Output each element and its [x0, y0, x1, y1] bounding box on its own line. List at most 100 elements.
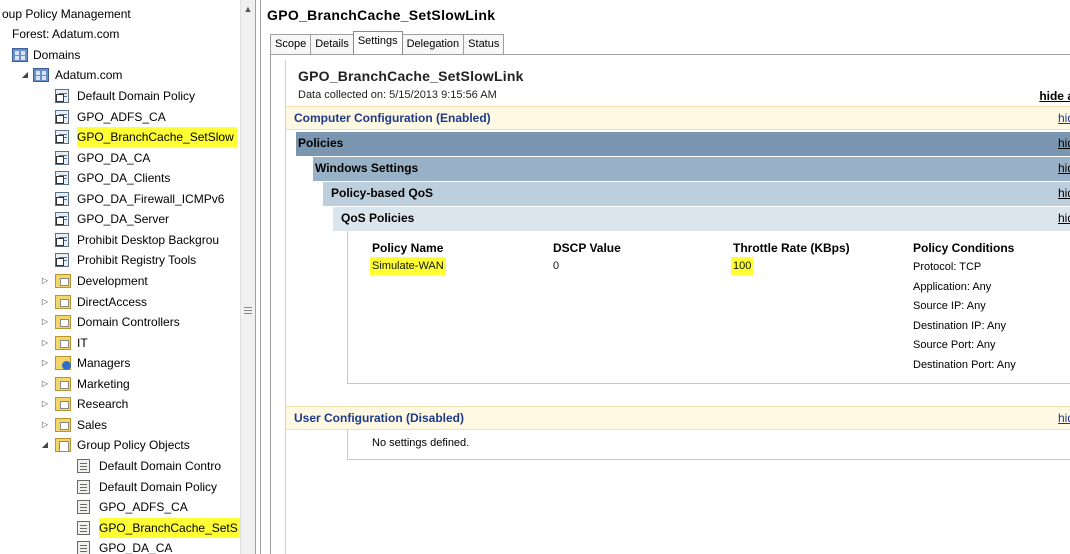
- tree-ou-label: Research: [77, 397, 129, 411]
- qos-policies-label: QoS Policies: [341, 211, 415, 225]
- gpo-icon: [77, 479, 90, 494]
- tree-linked-gpo-label: GPO_DA_Firewall_ICMPv6: [77, 191, 225, 206]
- condition-line: Source Port: Any: [913, 339, 996, 351]
- expand-arrow-icon[interactable]: ▷: [40, 394, 50, 414]
- tree-ou-label: IT: [77, 335, 88, 350]
- policies-label: Policies: [298, 136, 344, 150]
- qos-policies-header[interactable]: QoS Policies hid: [333, 207, 1070, 231]
- gpo-link-icon: [55, 150, 69, 165]
- details-pane: GPO_BranchCache_SetSlowLink Scope Details…: [261, 0, 1070, 554]
- gpo-icon: [77, 541, 90, 554]
- cell-conditions: Protocol: TCP Application: Any Source IP: …: [913, 258, 1016, 375]
- gpo-link-icon: [55, 212, 69, 226]
- cell-throttle: 100: [731, 257, 754, 275]
- col-header-dscp: DSCP Value: [553, 241, 621, 255]
- user-config-label: User Configuration (Disabled): [294, 411, 465, 425]
- tree-linked-gpo-label: GPO_DA_Server: [77, 212, 170, 226]
- hide-link[interactable]: hid: [1058, 157, 1070, 180]
- tab-details[interactable]: Details: [310, 34, 354, 54]
- condition-line: Destination Port: Any: [913, 358, 1016, 371]
- tree-domain-label: Adatum.com: [55, 68, 123, 82]
- tree-gpo-object-label: GPO_DA_CA: [99, 541, 173, 554]
- tree-domains-label: Domains: [33, 48, 81, 62]
- tree-gpo-object-label: GPO_ADFS_CA: [99, 500, 188, 514]
- collapse-arrow-icon[interactable]: ◢: [20, 65, 30, 85]
- domains-icon: [12, 48, 28, 62]
- computer-config-header[interactable]: Computer Configuration (Enabled) hid: [286, 106, 1070, 130]
- console-tree: oup Policy Management Forest: Adatum.com…: [0, 0, 255, 554]
- managers-folder-icon: [55, 356, 71, 370]
- hide-link[interactable]: hid: [1058, 107, 1070, 130]
- tree-gpo-object-label: GPO_BranchCache_SetS: [99, 517, 242, 538]
- expand-arrow-icon[interactable]: ▷: [40, 271, 50, 291]
- expand-arrow-icon[interactable]: ▷: [40, 333, 50, 353]
- windows-settings-label: Windows Settings: [315, 161, 419, 175]
- folder-icon: [55, 417, 71, 432]
- tree-scrollbar[interactable]: ▲: [240, 0, 255, 554]
- data-collected: Data collected on: 5/15/2013 9:15:56 AM: [298, 89, 497, 101]
- tab-scope[interactable]: Scope: [270, 34, 312, 54]
- condition-line: Application: Any: [913, 280, 992, 293]
- tree-ou-label: Domain Controllers: [77, 315, 180, 329]
- policy-qos-header[interactable]: Policy-based QoS hid: [323, 182, 1070, 206]
- windows-settings-header[interactable]: Windows Settings hid: [313, 157, 1070, 181]
- hide-all-link[interactable]: hide a: [1039, 89, 1070, 103]
- expand-arrow-icon[interactable]: ▷: [40, 374, 50, 394]
- gpo-link-icon: [55, 232, 69, 247]
- tree-ou-label: Marketing: [77, 376, 130, 391]
- tree-gpo-object-label: Default Domain Policy: [99, 479, 218, 494]
- tree-gpo-object-label: Default Domain Contro: [99, 459, 222, 473]
- settings-report: GPO_BranchCache_SetSlowLink Data collect…: [285, 60, 1070, 554]
- hide-link[interactable]: hid: [1058, 182, 1070, 205]
- tree-forest-label: Forest: Adatum.com: [12, 27, 120, 41]
- tab-delegation[interactable]: Delegation: [401, 34, 465, 54]
- computer-config-label: Computer Configuration (Enabled): [294, 111, 491, 125]
- hide-link[interactable]: hid: [1058, 207, 1070, 230]
- tree-linked-gpo-label: GPO_DA_Clients: [77, 171, 171, 185]
- gpo-link-icon: [55, 130, 69, 144]
- gpo-title: GPO_BranchCache_SetSlowLink: [267, 7, 496, 23]
- hide-link[interactable]: hid: [1058, 132, 1070, 155]
- policy-qos-label: Policy-based QoS: [331, 186, 434, 200]
- gpo-link-icon: [55, 89, 69, 103]
- tree-linked-gpo-label: Prohibit Registry Tools: [77, 253, 197, 267]
- report-title: GPO_BranchCache_SetSlowLink: [298, 68, 524, 84]
- expand-arrow-icon[interactable]: ▷: [40, 353, 50, 373]
- user-config-body: No settings defined.: [347, 430, 1070, 460]
- user-config-header[interactable]: User Configuration (Disabled) hid: [286, 406, 1070, 430]
- tab-strip: Scope Details Settings Delegation Status: [270, 31, 505, 54]
- tree-linked-gpo-label: Prohibit Desktop Backgrou: [77, 232, 220, 247]
- expand-arrow-icon[interactable]: ▷: [40, 312, 50, 332]
- folder-icon: [55, 376, 71, 391]
- expand-arrow-icon[interactable]: ▷: [40, 292, 50, 312]
- scroll-grip-icon[interactable]: [244, 307, 252, 315]
- tree-root-label: oup Policy Management: [2, 7, 131, 21]
- tree-ou-label: DirectAccess: [77, 294, 148, 309]
- tree-linked-gpo-label: GPO_BranchCache_SetSlow: [77, 127, 237, 147]
- expand-arrow-icon[interactable]: ▷: [40, 415, 50, 435]
- col-header-throttle: Throttle Rate (KBps): [733, 241, 850, 255]
- cell-policy-name: Simulate-WAN: [370, 257, 446, 275]
- tree-gpo-folder-label: Group Policy Objects: [77, 438, 190, 452]
- folder-icon: [55, 315, 71, 329]
- policies-header[interactable]: Policies hid: [296, 132, 1070, 156]
- tab-status[interactable]: Status: [463, 34, 505, 54]
- tab-settings[interactable]: Settings: [352, 31, 403, 54]
- folder-icon: [55, 397, 71, 411]
- no-settings-text: No settings defined.: [372, 437, 470, 449]
- folder-icon: [55, 294, 71, 309]
- hide-link[interactable]: hid: [1058, 407, 1070, 430]
- col-header-conditions: Policy Conditions: [913, 241, 1015, 255]
- collapse-arrow-icon[interactable]: ◢: [40, 435, 50, 455]
- tree-ou-label: Sales: [77, 417, 108, 432]
- cell-dscp: 0: [553, 260, 560, 272]
- gpo-link-icon: [55, 253, 69, 267]
- tree-ou-label: Managers: [77, 356, 131, 370]
- gpo-folder-icon: [55, 438, 71, 452]
- col-header-policy-name: Policy Name: [372, 241, 444, 255]
- scroll-up-arrow-icon[interactable]: ▲: [242, 3, 254, 15]
- gpo-icon: [77, 500, 90, 514]
- condition-line: Source IP: Any: [913, 300, 986, 312]
- folder-icon: [55, 335, 71, 350]
- gpo-icon: [77, 520, 90, 535]
